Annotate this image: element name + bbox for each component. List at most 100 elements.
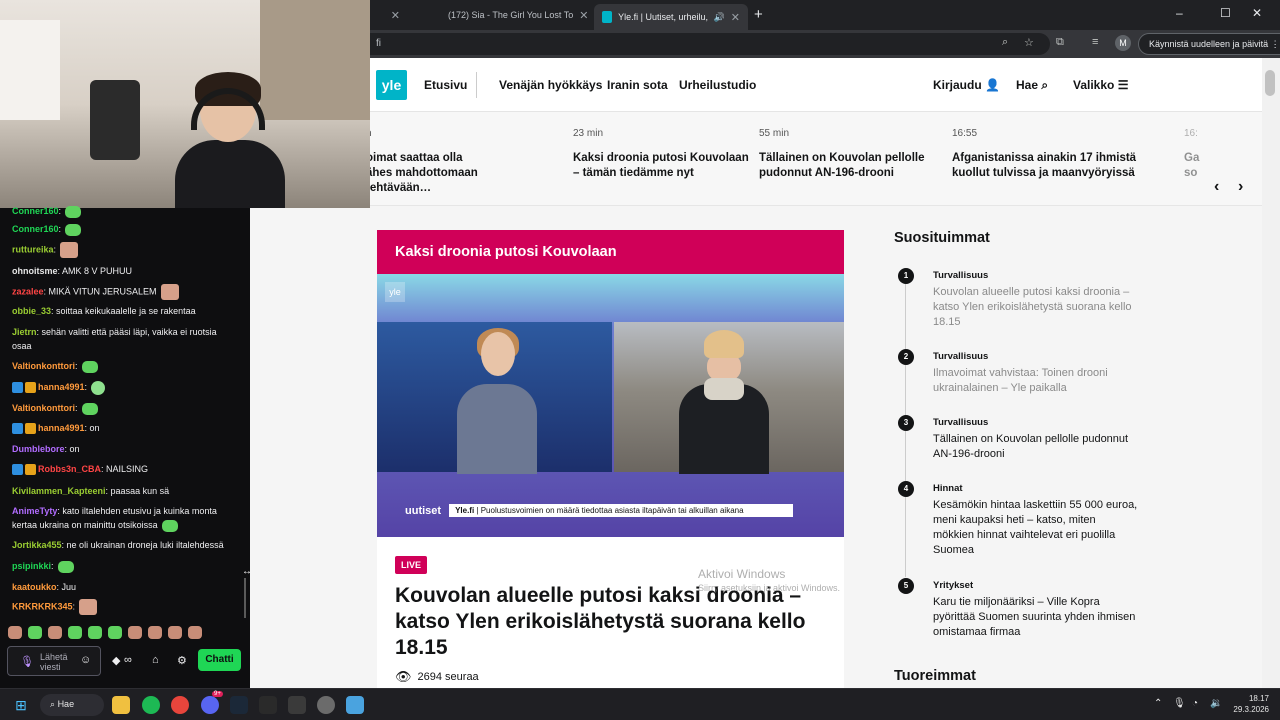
chat-username[interactable]: Valtionkonttori bbox=[12, 361, 75, 371]
ticker-item[interactable]: 16: Ga so bbox=[1184, 128, 1214, 181]
wifi-icon[interactable]: ◔ bbox=[1192, 698, 1198, 709]
popular-item-3[interactable]: 3 Turvallisuus Tällainen on Kouvolan pel… bbox=[894, 415, 1234, 481]
chat-username[interactable]: KRKRKRK345 bbox=[12, 601, 73, 611]
ticker-prev-icon[interactable]: ‹ bbox=[1214, 178, 1220, 196]
close-tab-icon[interactable]: ✕ bbox=[731, 11, 740, 24]
mic-icon[interactable]: 🎙 bbox=[20, 655, 34, 668]
emote-shortcut-icon[interactable] bbox=[8, 626, 22, 639]
ticker-item[interactable]: 16:55 Afganistanissa ainakin 17 ihmistä … bbox=[952, 128, 1167, 181]
ticker-item[interactable]: n oimat saattaa olla ähes mahdottomaan t… bbox=[370, 128, 546, 196]
chat-username[interactable]: ruttureika bbox=[12, 244, 54, 254]
search-link[interactable]: Hae ⌕ bbox=[1016, 78, 1048, 93]
eye-icon: 👁 bbox=[395, 669, 412, 684]
bookmark-star-icon[interactable]: ☆ bbox=[1024, 36, 1034, 49]
chat-username[interactable]: Valtionkonttori bbox=[12, 403, 75, 413]
channel-points-icon[interactable]: ∞ bbox=[124, 654, 132, 666]
popular-item-2[interactable]: 2 Turvallisuus Ilmavoimat vahvistaa: Toi… bbox=[894, 349, 1234, 415]
restart-update-button[interactable]: Käynnistä uudelleen ja päivitä ⋮ bbox=[1138, 33, 1280, 55]
settings-gear-icon[interactable]: ⚙ bbox=[177, 654, 187, 667]
yle-logo[interactable]: yle bbox=[376, 70, 407, 100]
media-control-icon[interactable]: ≡ bbox=[1092, 36, 1098, 48]
close-window-button[interactable]: ✕ bbox=[1252, 6, 1262, 20]
file-explorer-icon[interactable] bbox=[112, 696, 130, 714]
xbox-app-icon[interactable] bbox=[259, 696, 277, 714]
extensions-icon[interactable]: ⧉ bbox=[1056, 36, 1064, 49]
emote-shortcut-icon[interactable] bbox=[148, 626, 162, 639]
notepad-icon[interactable] bbox=[346, 696, 364, 714]
chat-username[interactable]: Kivilammen_Kapteeni bbox=[12, 486, 106, 496]
chat-username[interactable]: Jortikka455 bbox=[12, 540, 62, 550]
chat-username[interactable]: Conner160 bbox=[12, 206, 59, 216]
chat-username[interactable]: Conner160 bbox=[12, 224, 59, 234]
ticker-item[interactable]: 23 min Kaksi droonia putosi Kouvolaan – … bbox=[573, 128, 753, 181]
login-link[interactable]: Kirjaudu 👤 bbox=[933, 78, 1000, 92]
feature-header[interactable]: Kaksi droonia putosi Kouvolaan bbox=[377, 230, 844, 274]
profile-avatar[interactable]: M bbox=[1115, 35, 1131, 51]
nav-etusivu[interactable]: Etusivu bbox=[424, 78, 467, 92]
page-scroll-thumb[interactable] bbox=[1265, 70, 1275, 96]
chat-username[interactable]: hanna4991 bbox=[38, 382, 85, 392]
emote-shortcut-icon[interactable] bbox=[68, 626, 82, 639]
chrome-icon[interactable] bbox=[171, 696, 189, 714]
tab-partial[interactable]: ✕ bbox=[374, 4, 408, 26]
chat-username[interactable]: zazalee bbox=[12, 286, 44, 296]
taskbar-clock[interactable]: 18.17 29.3.2026 bbox=[1231, 693, 1269, 715]
popular-item-5[interactable]: 5 Yritykset Karu tie miljonääriksi – Vil… bbox=[894, 578, 1234, 648]
shop-icon[interactable]: ⌂ bbox=[152, 654, 159, 666]
chat-send-button[interactable]: Chatti bbox=[198, 649, 241, 671]
feature-card[interactable]: Kaksi droonia putosi Kouvolaan yle uutis… bbox=[377, 230, 844, 688]
mic-tray-icon[interactable]: 🎙 bbox=[1173, 698, 1186, 709]
chat-username[interactable]: AnimeTyty bbox=[12, 506, 57, 516]
page-scrollbar[interactable] bbox=[1262, 58, 1280, 688]
chat-username[interactable]: obbie_33 bbox=[12, 306, 51, 316]
popular-item-1[interactable]: 1 Turvallisuus Kouvolan alueelle putosi … bbox=[894, 268, 1234, 354]
nav-urheilustudio[interactable]: Urheilustudio bbox=[679, 78, 756, 92]
chat-scrollbar[interactable] bbox=[244, 578, 246, 618]
address-bar[interactable]: fi ⌕ ☆ bbox=[370, 33, 1050, 55]
emote-shortcut-icon[interactable] bbox=[188, 626, 202, 639]
emote-shortcut-icon[interactable] bbox=[108, 626, 122, 639]
minimize-button[interactable]: – bbox=[1176, 6, 1183, 20]
popular-item-4[interactable]: 4 Hinnat Kesämökin hintaa laskettiin 55 … bbox=[894, 481, 1234, 577]
chat-username[interactable]: ohnoitsme bbox=[12, 266, 58, 276]
ticker-item[interactable]: 55 min Tällainen on Kouvolan pellolle pu… bbox=[759, 128, 939, 181]
bits-icon[interactable]: ◆ bbox=[112, 654, 120, 667]
maximize-button[interactable]: ☐ bbox=[1220, 6, 1231, 20]
chat-username[interactable]: psipinkki bbox=[12, 561, 51, 571]
nav-iranin-sota[interactable]: Iranin sota bbox=[607, 78, 668, 92]
emote-shortcut-icon[interactable] bbox=[48, 626, 62, 639]
feature-headline[interactable]: Kouvolan alueelle putosi kaksi droonia –… bbox=[395, 583, 826, 661]
chat-username[interactable]: hanna4991 bbox=[38, 423, 85, 433]
video-player[interactable]: yle uutiset Yle.fi | Puolustusvoimien on… bbox=[377, 274, 844, 537]
volume-icon[interactable]: 🔉 bbox=[1210, 698, 1222, 709]
emote-shortcut-icon[interactable] bbox=[168, 626, 182, 639]
emote-shortcut-icon[interactable] bbox=[88, 626, 102, 639]
spotify-icon[interactable] bbox=[142, 696, 160, 714]
menu-link[interactable]: Valikko ☰ bbox=[1073, 78, 1128, 92]
launcher-icon[interactable] bbox=[288, 696, 306, 714]
chat-username[interactable]: Jietrn bbox=[12, 327, 37, 337]
tab-yle[interactable]: Yle.fi | Uutiset, urheilu, ilmi 🔊 ✕ bbox=[594, 4, 748, 30]
tray-overflow-icon[interactable]: ⌃ bbox=[1154, 698, 1162, 709]
emote-shortcut-icon[interactable] bbox=[28, 626, 42, 639]
new-tab-button[interactable]: + bbox=[754, 6, 763, 23]
zoom-icon[interactable]: ⌕ bbox=[1002, 36, 1008, 49]
steam-icon[interactable] bbox=[230, 696, 248, 714]
nav-venajan-hyokkays[interactable]: Venäjän hyökkäys bbox=[499, 78, 602, 92]
tab-youtube[interactable]: (172) Sia - The Girl You Lost To ✕ bbox=[434, 4, 588, 26]
resize-handle-icon[interactable]: ↔ bbox=[242, 566, 252, 577]
close-tab-icon[interactable]: ✕ bbox=[391, 9, 400, 22]
close-tab-icon[interactable]: ✕ bbox=[579, 9, 588, 22]
discord-icon[interactable] bbox=[201, 696, 219, 714]
taskbar-search[interactable]: ⌕ Hae bbox=[40, 694, 104, 716]
ticker-next-icon[interactable]: › bbox=[1238, 178, 1244, 196]
emote-shortcut-icon[interactable] bbox=[128, 626, 142, 639]
windows-start-icon[interactable]: ⊞ bbox=[12, 696, 30, 714]
obs-icon[interactable] bbox=[317, 696, 335, 714]
audio-icon[interactable]: 🔊 bbox=[714, 12, 725, 23]
chat-username[interactable]: Robbs3n_CBA bbox=[38, 464, 101, 474]
reporter-hat bbox=[704, 330, 744, 358]
chat-username[interactable]: kaatoukko bbox=[12, 582, 57, 592]
chat-username[interactable]: Dumblebore bbox=[12, 444, 65, 454]
emoji-icon[interactable]: ☺ bbox=[80, 654, 91, 666]
